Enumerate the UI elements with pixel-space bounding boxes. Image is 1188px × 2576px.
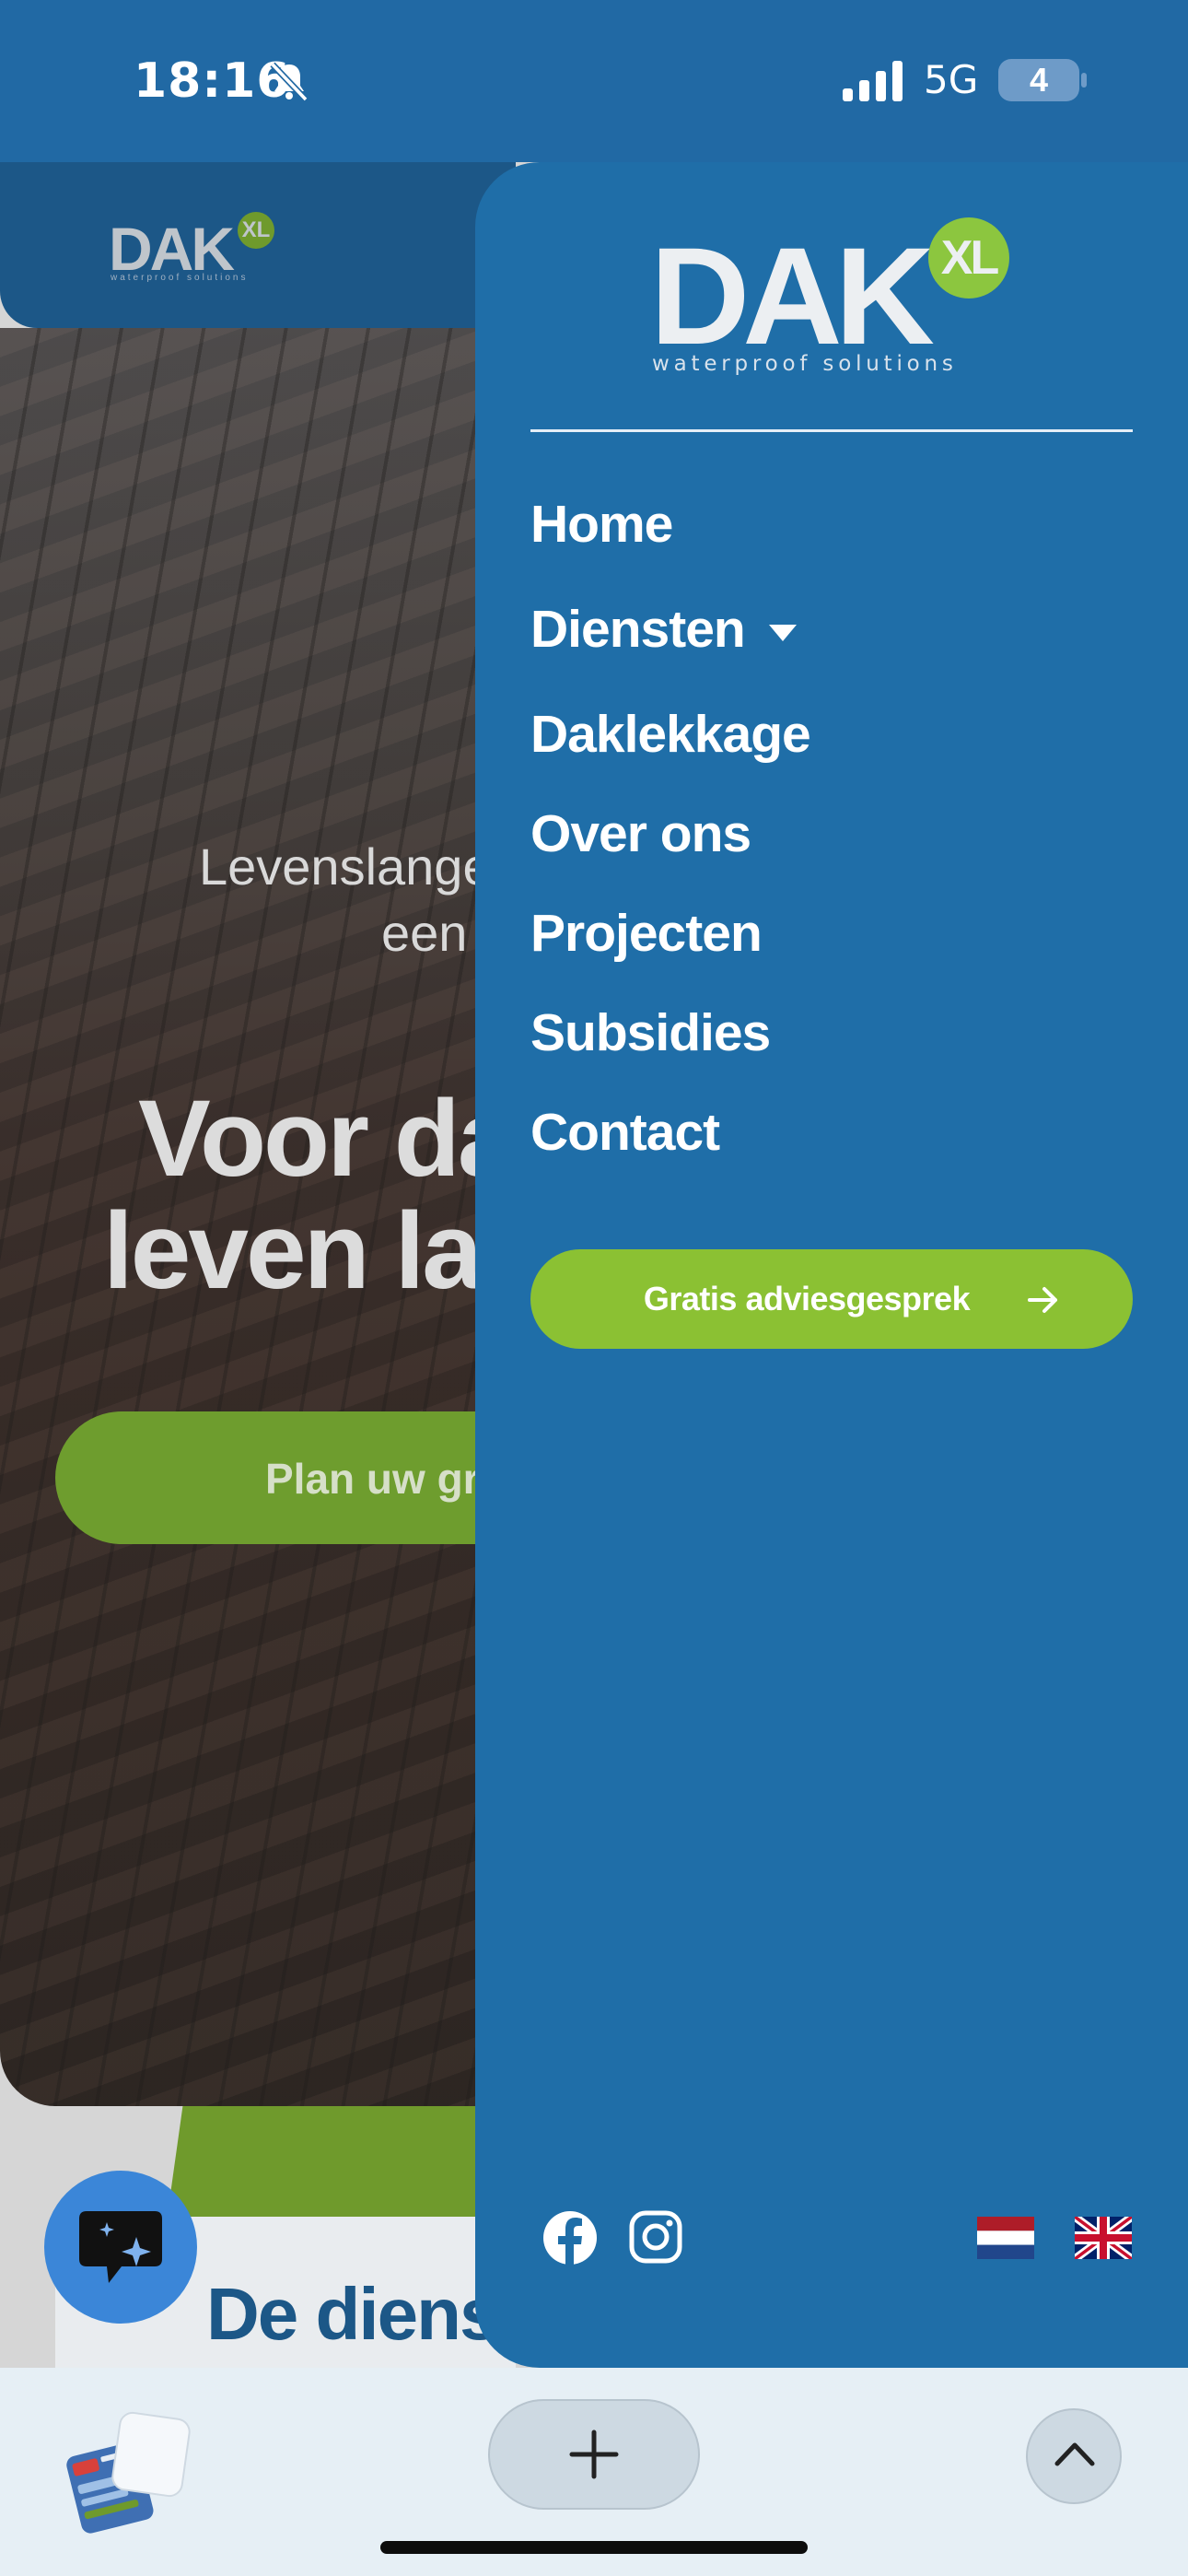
flag-nl-icon[interactable]	[977, 2217, 1034, 2259]
instagram-icon[interactable]	[628, 2209, 683, 2265]
chevron-up-icon	[1054, 2442, 1095, 2466]
nav-item-label: Home	[530, 495, 673, 554]
nav-item-label: Over ons	[530, 804, 751, 863]
nav-item-over-ons[interactable]: Over ons	[530, 803, 751, 864]
facebook-icon[interactable]	[542, 2209, 599, 2266]
browser-toolbar	[0, 2368, 1188, 2576]
plus-icon	[569, 2430, 619, 2479]
background-logo-badge: XL	[238, 212, 274, 249]
hero-heading-line-1: Voor da	[138, 1078, 516, 1200]
drawer-logo[interactable]: DAK XL waterproof solutions	[650, 217, 1037, 383]
chat-button[interactable]	[44, 2171, 197, 2324]
battery-tip	[1081, 73, 1087, 88]
background-logo[interactable]: DAK XL waterproof solutions	[109, 212, 274, 284]
chat-sparkle-icon	[79, 2211, 162, 2283]
nav-item-label: Subsidies	[530, 1003, 771, 1062]
free-consultation-button[interactable]: Gratis adviesgesprek	[530, 1249, 1133, 1349]
logo-word: DAK	[650, 218, 935, 373]
background-logo-tagline: waterproof solutions	[111, 273, 249, 283]
hero-heading-line-2: leven lan	[103, 1190, 516, 1312]
nav-item-contact[interactable]: Contact	[530, 1102, 720, 1163]
nav-item-subsidies[interactable]: Subsidies	[530, 1002, 771, 1063]
signal-icon	[843, 61, 903, 101]
logo-tagline: waterproof solutions	[652, 352, 958, 376]
nav-item-projecten[interactable]: Projecten	[530, 903, 763, 964]
arrow-right-icon	[1028, 1287, 1057, 1313]
nav-item-diensten[interactable]: Diensten	[530, 599, 797, 660]
new-tab-button[interactable]	[488, 2399, 700, 2510]
navigation-drawer: DAK XL waterproof solutions Home Dienste…	[475, 162, 1188, 2368]
free-consultation-label: Gratis adviesgesprek	[643, 1280, 971, 1317]
nav-item-label: Daklekkage	[530, 705, 811, 764]
nav-item-label: Contact	[530, 1103, 720, 1162]
status-bar: 18:16 5G 4	[0, 0, 1188, 162]
battery-level: 4	[1029, 61, 1049, 99]
logo-badge-text: XL	[940, 231, 999, 285]
bell-muted-icon	[270, 62, 309, 102]
flag-uk-icon[interactable]	[1075, 2217, 1132, 2259]
services-section-title: De dienst	[206, 2273, 501, 2355]
hero-cta-label: Plan uw gra	[265, 1455, 504, 1503]
network-label: 5G	[924, 57, 979, 102]
nav-item-daklekkage[interactable]: Daklekkage	[530, 704, 811, 765]
home-indicator	[380, 2541, 808, 2554]
nav-item-home[interactable]: Home	[530, 494, 673, 555]
nav-item-label: Diensten	[530, 600, 746, 659]
hero-subline-1: Levenslange	[199, 837, 492, 896]
chevron-down-icon[interactable]	[768, 624, 797, 641]
tabs-icon[interactable]	[59, 2399, 197, 2537]
drawer-divider	[530, 429, 1133, 432]
nav-item-label: Projecten	[530, 904, 763, 963]
scroll-up-button[interactable]	[1026, 2408, 1122, 2504]
